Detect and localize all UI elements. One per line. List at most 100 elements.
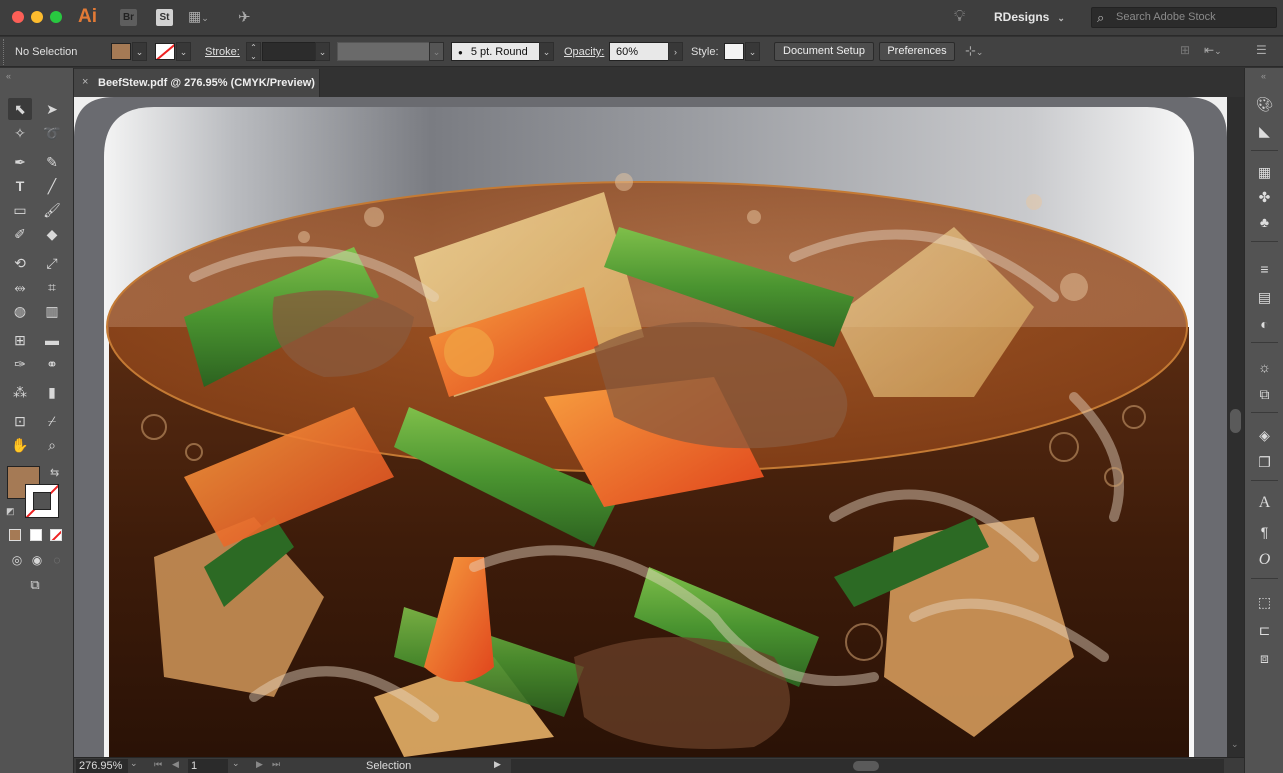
hand-tool-icon[interactable]: ✋ bbox=[8, 434, 32, 456]
stroke-swatch[interactable] bbox=[155, 43, 175, 60]
mesh-tool-icon[interactable]: ⊞ bbox=[8, 329, 32, 351]
artboard-canvas[interactable] bbox=[74, 97, 1227, 757]
line-tool-icon[interactable]: ╱ bbox=[40, 175, 64, 197]
free-transform-tool-icon[interactable]: ⌗ bbox=[40, 276, 64, 298]
graphic-style-dropdown[interactable]: ⌄ bbox=[745, 42, 760, 61]
symbols-panel-icon[interactable]: ♣ bbox=[1245, 211, 1283, 233]
document-setup-button[interactable]: Document Setup bbox=[774, 42, 874, 61]
width-tool-icon[interactable]: ⥈ bbox=[8, 276, 32, 298]
stock-button[interactable]: St bbox=[156, 9, 173, 26]
artboard-number-field[interactable]: 1 bbox=[188, 759, 228, 773]
transform-panel-icon[interactable]: ⬚ bbox=[1245, 591, 1283, 613]
vertical-scrollbar[interactable]: ⌄ bbox=[1227, 97, 1244, 757]
opacity-arrow[interactable]: › bbox=[668, 42, 683, 61]
shape-builder-tool-icon[interactable]: ◍ bbox=[8, 300, 32, 322]
horizontal-scroll-thumb[interactable] bbox=[853, 761, 879, 771]
workspace-switcher[interactable]: RDesigns ⌄ bbox=[994, 10, 1065, 24]
color-guide-icon[interactable]: ◣ bbox=[1245, 120, 1283, 142]
selection-tool-icon[interactable]: ⬉ bbox=[8, 98, 32, 120]
shaper-tool-icon[interactable]: ✐ bbox=[8, 223, 32, 245]
character-panel-icon[interactable]: A bbox=[1245, 492, 1283, 514]
transform-icon[interactable]: ⇤⌄ bbox=[1204, 43, 1222, 57]
draw-inside-icon[interactable]: ◌ bbox=[45, 549, 69, 571]
graphic-style-swatch[interactable] bbox=[724, 43, 744, 60]
minimize-window-button[interactable] bbox=[31, 11, 43, 23]
opentype-panel-icon[interactable]: O bbox=[1245, 549, 1283, 571]
opacity-field[interactable]: 60% bbox=[609, 42, 669, 61]
stroke-panel-icon[interactable]: ≡ bbox=[1245, 258, 1283, 280]
first-artboard-icon[interactable]: ⏮ bbox=[154, 759, 162, 770]
lasso-tool-icon[interactable]: ➰ bbox=[40, 122, 64, 144]
pen-tool-icon[interactable]: ✒ bbox=[8, 151, 32, 173]
direct-selection-tool-icon[interactable]: ➤ bbox=[40, 98, 64, 120]
close-tab-icon[interactable]: × bbox=[82, 76, 88, 88]
perspective-grid-tool-icon[interactable]: ▥ bbox=[40, 300, 64, 322]
zoom-level-field[interactable]: 276.95% bbox=[76, 759, 128, 773]
stroke-label[interactable]: Stroke: bbox=[205, 46, 240, 58]
column-graph-tool-icon[interactable]: ▮ bbox=[40, 381, 64, 403]
current-tool-status[interactable]: Selection bbox=[366, 760, 411, 772]
preferences-button[interactable]: Preferences bbox=[879, 42, 955, 61]
status-menu-icon[interactable]: ▶ bbox=[494, 759, 501, 770]
collapse-toolbar-icon[interactable]: « bbox=[6, 71, 11, 81]
zoom-window-button[interactable] bbox=[50, 11, 62, 23]
screen-mode-icon[interactable]: ⧉ bbox=[23, 574, 47, 596]
artboard-dropdown-icon[interactable]: ⌄ bbox=[232, 758, 240, 769]
bridge-button[interactable]: Br bbox=[120, 9, 137, 26]
previous-artboard-icon[interactable]: ◀ bbox=[172, 759, 179, 770]
align-panel-icon[interactable]: ⊏ bbox=[1245, 619, 1283, 641]
document-tab[interactable]: × BeefStew.pdf @ 276.95% (CMYK/Preview) bbox=[74, 69, 320, 97]
brush-definition[interactable]: ● 5 pt. Round bbox=[451, 42, 540, 61]
appearance-panel-icon[interactable]: ☼ bbox=[1245, 356, 1283, 378]
fill-dropdown[interactable]: ⌄ bbox=[132, 42, 147, 61]
zoom-tool-icon[interactable]: ⌕ bbox=[40, 434, 64, 456]
paintbrush-tool-icon[interactable]: 🖌︎ bbox=[40, 199, 64, 221]
color-panel-icon[interactable]: 🎨︎ bbox=[1245, 93, 1283, 115]
scale-tool-icon[interactable]: ⤢ bbox=[40, 252, 64, 274]
type-tool-icon[interactable]: T bbox=[8, 175, 32, 197]
color-mode-button[interactable] bbox=[9, 529, 21, 541]
zoom-dropdown-icon[interactable]: ⌄ bbox=[130, 758, 138, 769]
stroke-weight-dropdown[interactable]: ⌄ bbox=[315, 42, 330, 61]
expand-panels-icon[interactable]: « bbox=[1261, 71, 1266, 81]
close-window-button[interactable] bbox=[12, 11, 24, 23]
transparency-panel-icon[interactable]: ◐ bbox=[1245, 313, 1283, 335]
variable-width-profile[interactable] bbox=[337, 42, 430, 61]
lightbulb-icon[interactable]: 💡︎ bbox=[954, 8, 965, 26]
magic-wand-tool-icon[interactable]: ✧ bbox=[8, 122, 32, 144]
eraser-tool-icon[interactable]: ◆ bbox=[40, 223, 64, 245]
search-stock-input[interactable]: ⌕ Search Adobe Stock bbox=[1091, 7, 1277, 28]
brushes-panel-icon[interactable]: ✤ bbox=[1245, 186, 1283, 208]
brush-dropdown[interactable]: ⌄ bbox=[539, 42, 554, 61]
swap-colors-icon[interactable]: ⇆ bbox=[50, 466, 59, 479]
profile-dropdown[interactable]: ⌄ bbox=[429, 42, 444, 61]
artboards-panel-icon[interactable]: ❐ bbox=[1245, 451, 1283, 473]
stroke-color-box[interactable] bbox=[25, 484, 59, 518]
layers-panel-icon[interactable]: ◈ bbox=[1245, 424, 1283, 446]
rotate-tool-icon[interactable]: ⟲ bbox=[8, 252, 32, 274]
eyedropper-tool-icon[interactable]: ✑ bbox=[8, 353, 32, 375]
fill-swatch[interactable] bbox=[111, 43, 131, 60]
curvature-tool-icon[interactable]: ✎ bbox=[40, 151, 64, 173]
horizontal-scrollbar[interactable] bbox=[511, 759, 1224, 773]
grip-icon[interactable] bbox=[3, 39, 6, 65]
quick-actions-icon[interactable]: ⊹⌄ bbox=[965, 43, 983, 59]
rectangle-tool-icon[interactable]: ▭ bbox=[8, 199, 32, 221]
last-artboard-icon[interactable]: ⏭ bbox=[272, 759, 280, 770]
artboard-tool-icon[interactable]: ⊡ bbox=[8, 410, 32, 432]
graphic-styles-panel-icon[interactable]: ⧉ bbox=[1245, 383, 1283, 405]
vertical-scroll-thumb[interactable] bbox=[1230, 409, 1241, 433]
stroke-weight-field[interactable] bbox=[262, 42, 316, 61]
slice-tool-icon[interactable]: ⌿ bbox=[40, 410, 64, 432]
gradient-panel-icon[interactable]: ▤ bbox=[1245, 286, 1283, 308]
arrange-documents-icon[interactable]: ▦⌄ bbox=[188, 8, 209, 25]
gradient-tool-icon[interactable]: ▬ bbox=[40, 329, 64, 351]
symbol-sprayer-tool-icon[interactable]: ⁂ bbox=[8, 381, 32, 403]
pathfinder-panel-icon[interactable]: ⧈ bbox=[1245, 647, 1283, 669]
swatches-panel-icon[interactable]: ▦ bbox=[1245, 161, 1283, 183]
panel-menu-icon[interactable]: ☰ bbox=[1256, 43, 1267, 57]
scroll-down-icon[interactable]: ⌄ bbox=[1231, 739, 1239, 750]
gpu-performance-icon[interactable]: ✈ bbox=[238, 8, 251, 26]
default-colors-icon[interactable]: ◩ bbox=[6, 506, 15, 517]
stroke-stepper[interactable]: ⌃ ⌄ bbox=[246, 42, 261, 61]
